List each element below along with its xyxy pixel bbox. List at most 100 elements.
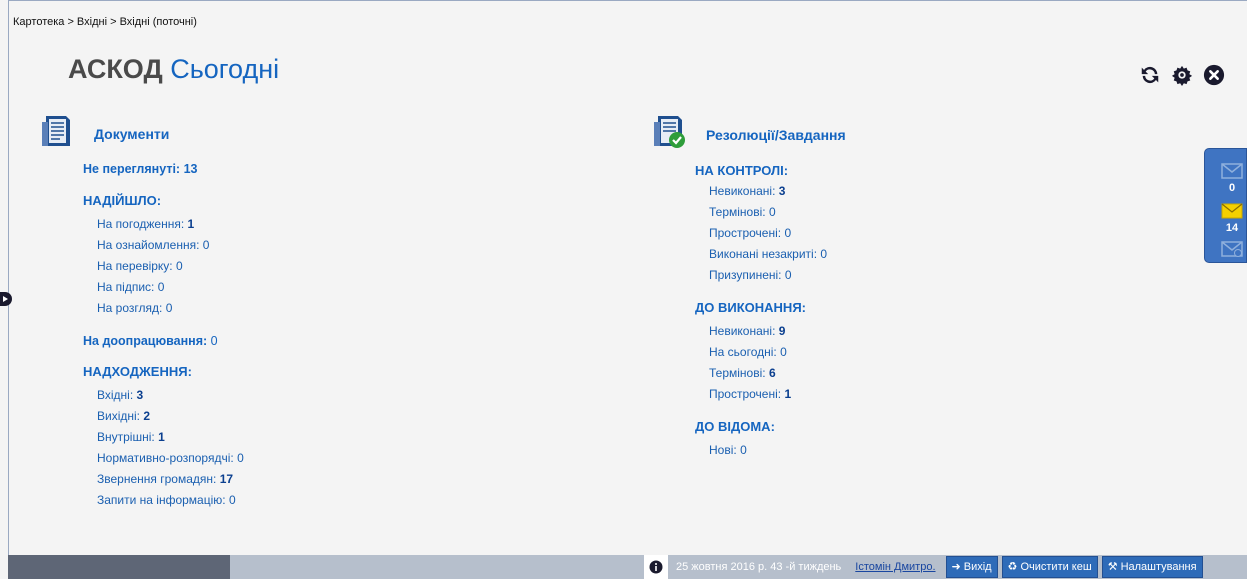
unread-label: Не переглянуті: [83,162,181,176]
mail-new-item[interactable]: 0 [1219,163,1245,194]
item-label: Вхідні: [97,388,134,402]
item-label: На перевірку: [97,259,173,273]
documents-icon [40,114,76,153]
unread-row[interactable]: Не переглянуті: 13 [83,162,244,176]
item-value: 6 [768,366,776,380]
item-value: 3 [136,388,144,402]
item-label: Прострочені: [709,387,782,401]
item-value: 0 [165,301,173,315]
unread-value: 13 [183,162,198,176]
mail-panel: 0 14 [1204,148,1247,263]
list-item[interactable]: На сьогодні: 0 [695,342,827,363]
mail-deleted-item[interactable] [1219,241,1245,262]
notice-title: ДО ВІДОМА: [695,419,775,434]
item-label: Нормативно-розпорядчі: [97,451,234,465]
rework-value: 0 [210,334,218,348]
status-bar: 25 жовтня 2016 р. 43 -й тиждень Істомін … [8,555,1247,579]
incoming-title: НАДХОДЖЕННЯ: [83,364,192,379]
list-item[interactable]: Вхідні: 3 [83,385,244,406]
list-item[interactable]: Прострочені: 0 [695,223,827,244]
settings-button[interactable]: ⚒ Налаштування [1101,556,1203,578]
item-value: 0 [820,247,828,261]
documents-header: Документи [40,114,169,153]
execute-title: ДО ВИКОНАННЯ: [695,300,806,315]
settings-label: Налаштування [1120,561,1197,573]
expand-panel-toggle[interactable] [0,292,12,306]
item-value: 3 [778,184,786,198]
item-label: На ознайомлення: [97,238,200,252]
page-title: АСКОД Сьогодні [68,54,279,85]
list-item[interactable]: Термінові: 6 [695,363,827,384]
item-value: 1 [158,430,165,444]
item-value: 0 [784,268,792,282]
incoming-list: Вхідні: 3 Вихідні: 2 Внутрішні: 1 Нормативн… [83,385,244,511]
mail-unread-item[interactable]: 14 [1219,203,1245,234]
list-item[interactable]: Запити на інформацію: 0 [83,490,244,511]
list-item[interactable]: Внутрішні: 1 [83,427,244,448]
item-value: 0 [784,226,792,240]
item-value: 0 [740,443,747,457]
arrived-title: НАДІЙШЛО: [83,193,162,208]
list-item[interactable]: Нормативно-розпорядчі: 0 [83,448,244,469]
rework-row[interactable]: На доопрацювання: 0 [83,334,244,348]
list-item[interactable]: Невиконані: 9 [695,321,827,342]
user-link[interactable]: Істомін Дмитро. [849,561,941,573]
item-value: 2 [143,409,151,423]
item-value: 0 [175,259,183,273]
item-value: 0 [157,280,165,294]
list-item[interactable]: Невиконані: 3 [695,181,827,202]
item-label: Звернення громадян: [97,472,217,486]
item-label: Вихідні: [97,409,141,423]
resolutions-header: Резолюції/Завдання [652,114,846,155]
list-item[interactable]: На перевірку: 0 [83,256,244,277]
list-item[interactable]: Термінові: 0 [695,202,827,223]
item-label: Нові: [709,443,737,457]
item-label: Невиконані: [709,324,776,338]
mail-deleted-icon [1221,241,1243,257]
exit-label: Вихід [963,561,992,573]
exit-button[interactable]: ➜ Вихід [945,556,998,578]
close-icon[interactable] [1202,63,1226,87]
today-title: Сьогодні [170,54,280,84]
clear-cache-label: Очистити кеш [1020,561,1092,573]
list-item[interactable]: Нові: 0 [695,440,827,461]
item-label: На погодження: [97,217,185,231]
list-item[interactable]: На погодження: 1 [83,214,244,235]
item-value: 1 [784,387,792,401]
item-label: Внутрішні: [97,430,155,444]
control-list: Невиконані: 3 Термінові: 0 Прострочені: 0В… [695,181,827,286]
item-label: Запити на інформацію: [97,493,226,507]
list-item[interactable]: На підпис: 0 [83,277,244,298]
top-border [8,0,1247,1]
breadcrumb: Картотека > Вхідні > Вхідні (поточні) [13,16,197,28]
item-label: Невиконані: [709,184,776,198]
item-label: На підпис: [97,280,155,294]
mail-new-count: 0 [1228,182,1236,194]
resolutions-title[interactable]: Резолюції/Завдання [706,127,846,143]
info-icon[interactable] [644,555,668,579]
exit-icon: ➜ [951,561,961,573]
documents-title[interactable]: Документи [94,126,169,142]
documents-section: Не переглянуті: 13 НАДІЙШЛО: На погоджен… [83,162,244,511]
brand-title: АСКОД [68,54,163,84]
item-value: 0 [237,451,244,465]
resolutions-section: НА КОНТРОЛІ: Невиконані: 3 Термінові: 0 Пр… [695,163,827,461]
gear-icon[interactable] [1170,63,1194,87]
list-item[interactable]: Прострочені: 1 [695,384,827,405]
date-week: 25 жовтня 2016 р. 43 -й тиждень [676,561,842,573]
item-label: Термінові: [709,366,766,380]
list-item[interactable]: Звернення громадян: 17 [83,469,244,490]
list-item[interactable]: Вихідні: 2 [83,406,244,427]
item-label: Виконані незакриті: [709,247,818,261]
list-item[interactable]: Виконані незакриті: 0 [695,244,827,265]
item-value: 0 [228,493,236,507]
clear-cache-button[interactable]: ♻ Очистити кеш [1001,556,1098,578]
notice-list: Нові: 0 [695,440,827,461]
list-item[interactable]: На розгляд: 0 [83,298,244,319]
mail-new-icon [1221,163,1243,179]
list-item[interactable]: На ознайомлення: 0 [83,235,244,256]
refresh-icon[interactable] [1138,63,1162,87]
resolutions-icon [652,114,688,155]
item-value: 0 [768,205,776,219]
list-item[interactable]: Призупинені: 0 [695,265,827,286]
